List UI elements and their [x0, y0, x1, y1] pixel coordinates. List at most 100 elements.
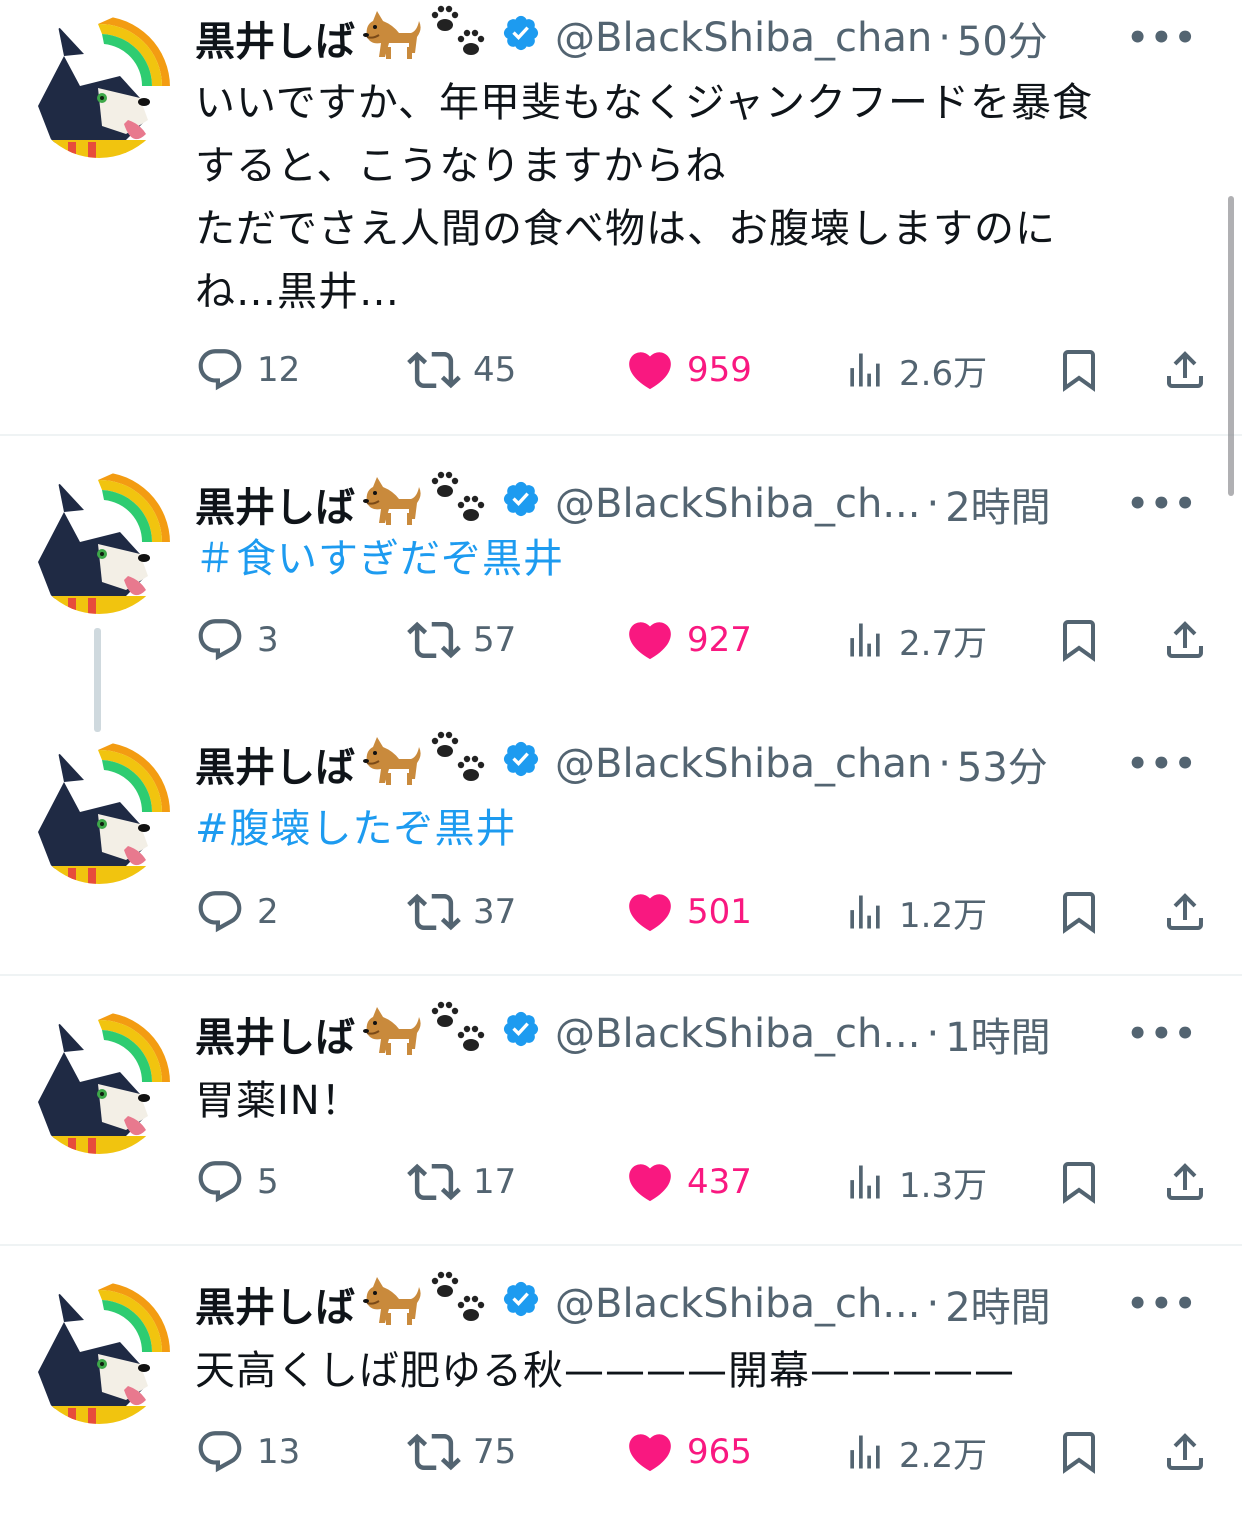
share-button[interactable] — [1161, 1152, 1209, 1212]
verified-badge-icon — [501, 739, 541, 789]
views-count: 2.2万 — [899, 1435, 988, 1476]
share-icon — [1161, 616, 1209, 664]
reply-button[interactable]: 3 — [195, 610, 279, 670]
reply-button[interactable]: 5 — [195, 1152, 279, 1212]
retweets-count: 57 — [473, 620, 517, 660]
views-icon — [843, 618, 887, 662]
like-button[interactable]: 501 — [625, 882, 752, 942]
heart-icon — [625, 887, 675, 937]
views-button[interactable]: 2.7万 — [843, 610, 987, 670]
more-icon[interactable]: ••• — [1127, 18, 1198, 58]
reply-button[interactable]: 12 — [195, 340, 300, 400]
dog-emoji-icon — [359, 729, 423, 799]
retweet-button[interactable]: 45 — [407, 340, 516, 400]
views-count: 1.3万 — [899, 1165, 988, 1206]
more-icon[interactable]: ••• — [1127, 1014, 1198, 1054]
bookmark-button[interactable] — [1055, 882, 1103, 942]
tweet-timestamp[interactable]: 50分 — [957, 9, 1048, 67]
hashtag-link[interactable]: ＃食いすぎだぞ黒井 — [195, 528, 1195, 591]
tweet-header: 黒井しば @BlackShiba_chan · 53分 ••• — [195, 731, 1202, 794]
scrollbar[interactable] — [1228, 196, 1234, 496]
tweet-timestamp[interactable]: 1時間 — [945, 1005, 1050, 1063]
hashtag-link[interactable]: #腹壊したぞ黒井 — [195, 798, 1195, 861]
more-icon[interactable]: ••• — [1127, 484, 1198, 524]
author-handle[interactable]: @BlackShiba_chan — [555, 15, 932, 61]
reply-icon — [195, 615, 245, 665]
author-name[interactable]: 黒井しば — [195, 9, 355, 67]
bookmark-button[interactable] — [1055, 340, 1103, 400]
avatar[interactable] — [28, 742, 170, 884]
dog-emoji-icon — [359, 3, 423, 73]
more-icon[interactable]: ••• — [1127, 744, 1198, 784]
timeline-feed: 黒井しば @BlackShiba_chan · 50分 ••• いいですか、年甲斐もなく… — [0, 0, 1242, 1515]
views-button[interactable]: 2.6万 — [843, 340, 987, 400]
retweet-icon — [407, 613, 461, 667]
heart-icon — [625, 345, 675, 395]
reply-icon — [195, 1157, 245, 1207]
tweet-header: 黒井しば @BlackShiba_ch... · 2時間 ••• — [195, 471, 1202, 534]
share-button[interactable] — [1161, 340, 1209, 400]
retweets-count: 75 — [473, 1432, 517, 1472]
tweet[interactable]: 黒井しば @BlackShiba_ch... · 1時間 ••• 胃薬IN！ 5 17 437… — [0, 976, 1242, 1246]
share-icon — [1161, 1428, 1209, 1476]
tweet[interactable]: 黒井しば @BlackShiba_ch... · 2時間 ••• ＃食いすぎだぞ黒井 3 5… — [0, 436, 1242, 706]
retweet-button[interactable]: 37 — [407, 882, 516, 942]
separator-dot: · — [926, 481, 940, 527]
bookmark-button[interactable] — [1055, 1422, 1103, 1482]
views-icon — [843, 1430, 887, 1474]
author-name[interactable]: 黒井しば — [195, 475, 355, 533]
share-button[interactable] — [1161, 882, 1209, 942]
avatar[interactable] — [28, 16, 170, 158]
author-handle[interactable]: @BlackShiba_chan — [555, 741, 932, 787]
reply-button[interactable]: 2 — [195, 882, 279, 942]
views-count: 1.2万 — [899, 895, 988, 936]
more-icon[interactable]: ••• — [1127, 1284, 1198, 1324]
tweet[interactable]: 黒井しば @BlackShiba_chan · 53分 ••• #腹壊したぞ黒井 2 37 5… — [0, 706, 1242, 976]
avatar[interactable] — [28, 1282, 170, 1424]
retweet-button[interactable]: 57 — [407, 610, 516, 670]
like-button[interactable]: 965 — [625, 1422, 752, 1482]
bookmark-icon — [1055, 616, 1103, 664]
tweet[interactable]: 黒井しば @BlackShiba_chan · 50分 ••• いいですか、年甲斐もなく… — [0, 0, 1242, 436]
avatar[interactable] — [28, 1012, 170, 1154]
tweet-timestamp[interactable]: 2時間 — [945, 1275, 1050, 1333]
tweet-actions: 2 37 501 1.2万 — [195, 882, 1225, 942]
like-button[interactable]: 437 — [625, 1152, 752, 1212]
bookmark-button[interactable] — [1055, 1152, 1103, 1212]
likes-count: 501 — [687, 892, 752, 932]
tweet-header: 黒井しば @BlackShiba_ch... · 2時間 ••• — [195, 1271, 1202, 1334]
reply-button[interactable]: 13 — [195, 1422, 300, 1482]
author-name[interactable]: 黒井しば — [195, 1005, 355, 1063]
replies-count: 5 — [257, 1162, 279, 1202]
share-button[interactable] — [1161, 610, 1209, 670]
tweet-actions: 3 57 927 2.7万 — [195, 610, 1225, 670]
tweet-timestamp[interactable]: 2時間 — [945, 475, 1050, 533]
tweet-header: 黒井しば @BlackShiba_chan · 50分 ••• — [195, 5, 1202, 68]
retweet-button[interactable]: 17 — [407, 1152, 516, 1212]
tweet-timestamp[interactable]: 53分 — [957, 735, 1048, 793]
author-handle[interactable]: @BlackShiba_ch... — [555, 481, 920, 527]
tweet[interactable]: 黒井しば @BlackShiba_ch... · 2時間 ••• 天高くしば肥ゆる秋——… — [0, 1246, 1242, 1515]
replies-count: 13 — [257, 1432, 301, 1472]
author-name[interactable]: 黒井しば — [195, 1275, 355, 1333]
like-button[interactable]: 927 — [625, 610, 752, 670]
author-name[interactable]: 黒井しば — [195, 735, 355, 793]
bookmark-icon — [1055, 888, 1103, 936]
tweet-text: いいですか、年甲斐もなくジャンクフードを暴食 すると、こうなりますからね ただで… — [195, 80, 1093, 315]
bookmark-button[interactable] — [1055, 610, 1103, 670]
views-button[interactable]: 1.2万 — [843, 882, 987, 942]
author-handle[interactable]: @BlackShiba_ch... — [555, 1011, 920, 1057]
share-button[interactable] — [1161, 1422, 1209, 1482]
verified-badge-icon — [501, 1009, 541, 1059]
paw-prints-icon — [427, 3, 491, 73]
retweets-count: 37 — [473, 892, 517, 932]
author-handle[interactable]: @BlackShiba_ch... — [555, 1281, 920, 1327]
replies-count: 2 — [257, 892, 279, 932]
retweet-button[interactable]: 75 — [407, 1422, 516, 1482]
views-button[interactable]: 2.2万 — [843, 1422, 987, 1482]
tweet-actions: 13 75 965 2.2万 — [195, 1422, 1225, 1482]
share-icon — [1161, 346, 1209, 394]
like-button[interactable]: 959 — [625, 340, 752, 400]
avatar[interactable] — [28, 472, 170, 614]
views-button[interactable]: 1.3万 — [843, 1152, 987, 1212]
